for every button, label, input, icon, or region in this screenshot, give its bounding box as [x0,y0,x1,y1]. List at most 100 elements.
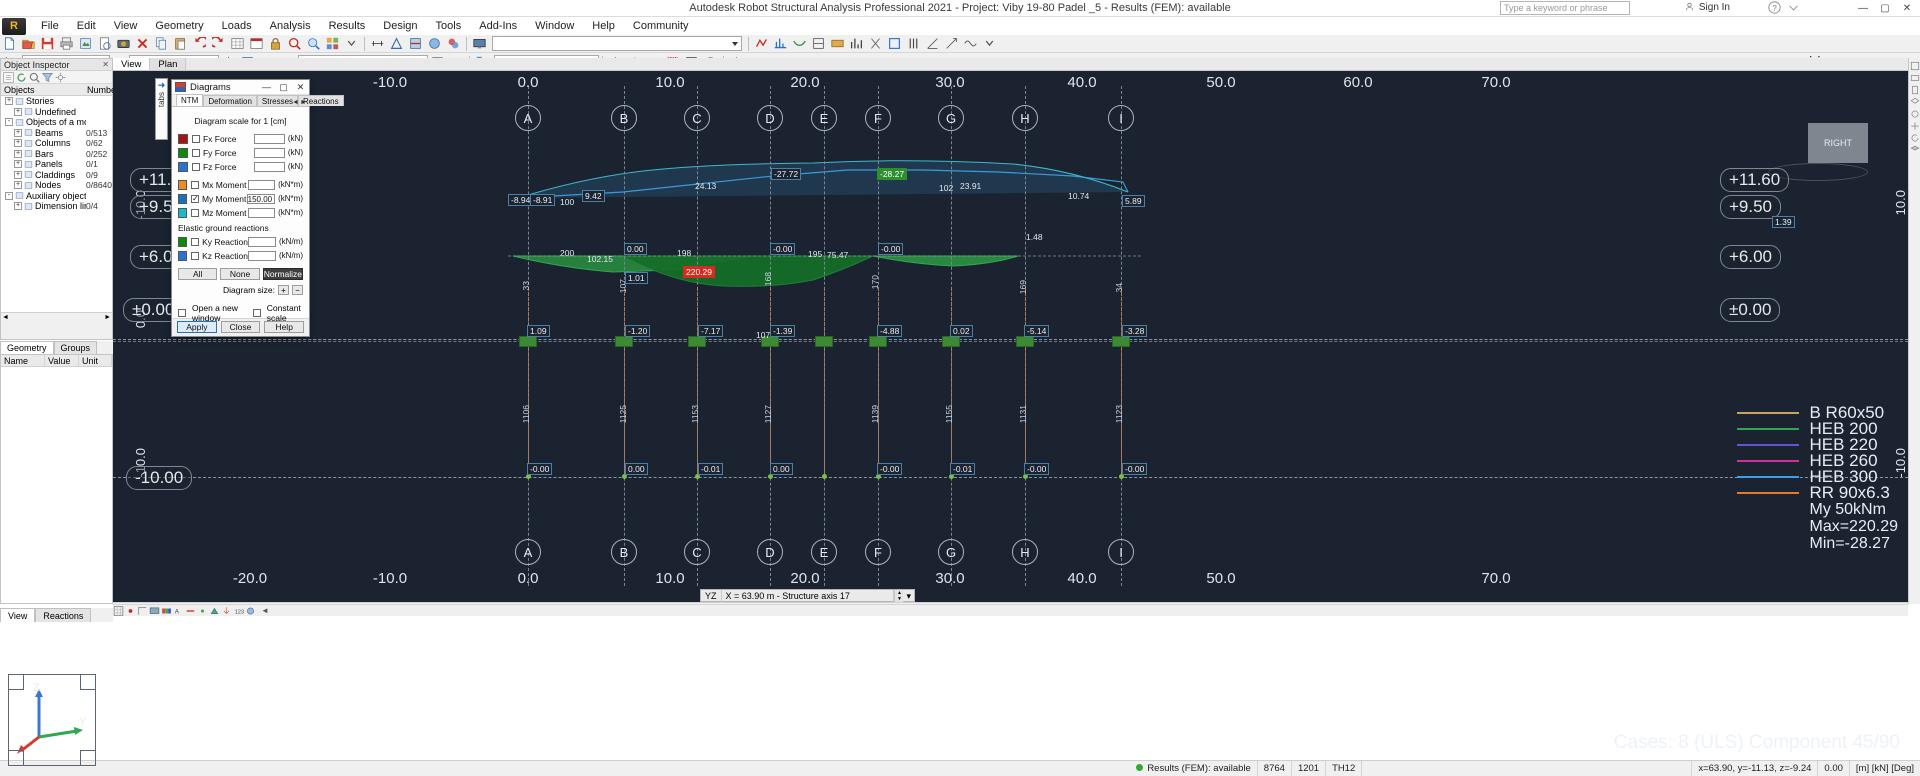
maximize-button[interactable]: ▢ [1874,1,1896,16]
tree-expander[interactable]: + [14,128,22,137]
undo-icon[interactable] [191,36,208,52]
load-display-icon[interactable] [221,606,232,616]
color-swatch[interactable] [178,179,188,190]
color-swatch[interactable] [178,147,188,158]
tree-expander[interactable]: + [14,202,22,211]
checkbox-fy-force[interactable] [191,148,200,157]
menu-geometry[interactable]: Geometry [146,17,212,35]
layers-icon[interactable] [1910,145,1920,155]
dialog-tab-nav-arrow[interactable]: ◄ [292,99,299,106]
input-fy-force[interactable] [254,147,285,158]
stress-icon[interactable] [829,36,846,52]
grid-bubble-bottom-C[interactable]: C [684,539,710,565]
copy-icon[interactable] [153,36,170,52]
object-inspector-scrollbar[interactable]: ◄ ► [1,312,112,321]
color-swatch[interactable] [178,207,188,218]
more-tools-icon[interactable] [343,36,360,52]
tree-node[interactable]: + Panels 0/1 [1,159,112,170]
input-kz-reaction[interactable] [248,250,276,261]
numbers-icon[interactable]: 123 [233,606,244,616]
tree-node[interactable]: + Dimension lines0/4 [1,201,112,212]
none-button[interactable]: None [220,268,260,280]
grid-bubble-top-A[interactable]: A [515,105,541,131]
tab-groups[interactable]: Groups [53,341,98,354]
grid-bubble-top-B[interactable]: B [611,105,637,131]
diagram-icon[interactable] [772,36,789,52]
checkbox-kz-reaction[interactable] [191,251,200,260]
zoom-in-icon[interactable] [286,36,303,52]
results-map-icon[interactable] [753,36,770,52]
open-new-window-checkbox[interactable] [178,309,186,317]
tree-node[interactable]: + Bars 0/252 [1,149,112,160]
tree-expander[interactable]: + [14,149,22,158]
tabs-flyout-strip[interactable]: ➜ tabs [155,78,168,140]
delete-icon[interactable] [134,36,151,52]
grid-bubble-bottom-B[interactable]: B [611,539,637,565]
diagrams-minimize-button[interactable]: — [258,80,275,95]
tab-view[interactable]: View [0,608,36,622]
help-icon[interactable]: ? [1768,1,1781,14]
color-swatch[interactable] [178,193,187,204]
grid-bubble-bottom-I[interactable]: I [1108,539,1134,565]
minimize-button[interactable]: — [1852,1,1874,16]
tree-expander[interactable]: - [5,118,13,127]
menu-edit[interactable]: Edit [68,17,105,35]
constant-scale-row[interactable]: Constant scale [252,303,303,323]
wave-icon[interactable] [962,36,979,52]
axis-stepper[interactable]: ▲ ▼ [894,589,904,602]
color-icon[interactable] [445,36,462,52]
save-icon[interactable] [39,36,56,52]
menu-design[interactable]: Design [374,17,426,35]
vector-icon[interactable] [943,36,960,52]
close-button[interactable]: ✕ [1896,1,1918,16]
view-front-icon[interactable] [1910,73,1920,83]
bottom-arrow[interactable]: ◄ [261,606,269,615]
tree-expander[interactable]: + [14,181,22,190]
sign-in-button[interactable]: Sign In [1681,1,1734,15]
report-icon[interactable] [248,36,265,52]
grid-bubble-bottom-H[interactable]: H [1012,539,1038,565]
dim-icon[interactable] [369,36,386,52]
checkbox-ky-reaction[interactable] [191,237,200,246]
tree-expander[interactable]: + [14,160,22,169]
section-icon[interactable] [407,36,424,52]
grid-toggle-icon[interactable] [113,605,124,616]
tree-node[interactable]: + Columns 0/62 [1,138,112,149]
paste-icon[interactable] [172,36,189,52]
dialog-tab-nav-arrow[interactable]: ► [300,99,307,106]
deform-icon[interactable] [791,36,808,52]
grid-bubble-top-C[interactable]: C [684,105,710,131]
tree-icon[interactable] [3,71,14,83]
color-swatch[interactable] [178,161,188,172]
more-results-icon[interactable] [981,36,998,52]
tree-expander[interactable]: + [5,97,13,106]
grid-bubble-top-F[interactable]: F [865,105,891,131]
tree-node[interactable]: + Nodes 0/8640 [1,180,112,191]
tab-reactions[interactable]: Reactions [35,608,92,622]
menu-community[interactable]: Community [624,17,698,35]
model-viewport[interactable]: RIGHT A B C D E F G H I A B C D E F G H I +11.6 +9.5 +6.0 ±0.… [113,58,1908,604]
scissors-icon[interactable] [867,36,884,52]
struct-icon[interactable] [388,36,405,52]
viewtab-view[interactable]: View [113,58,151,70]
menu-analysis[interactable]: Analysis [261,17,320,35]
diagrams-maximize-button[interactable]: ▢ [275,80,292,95]
grid-bubble-top-E[interactable]: E [811,105,837,131]
view-cube-plate[interactable]: RIGHT [1808,123,1868,163]
checkbox-mx-moment[interactable] [191,180,200,189]
ortho-icon[interactable] [137,606,148,616]
axis-dropdown-icon[interactable]: ▾ [903,590,914,602]
tree-expander[interactable]: + [14,170,22,179]
dialog-tab-ntm[interactable]: NTM [176,94,204,106]
label-icon[interactable]: A [173,606,184,616]
section-display-icon[interactable] [185,606,196,616]
checkbox-my-moment[interactable] [190,194,199,203]
diagrams-dialog[interactable]: Diagrams — ▢ ✕ NTM Deformation Stresses Rea… [171,79,344,337]
bars-icon[interactable] [905,36,922,52]
menu-help[interactable]: Help [583,17,624,35]
page-setup-icon[interactable] [96,36,113,52]
new-icon[interactable] [1,36,18,52]
monitor-icon[interactable] [471,36,488,52]
input-fx-force[interactable] [254,133,285,144]
grid-bubble-top-D[interactable]: D [757,105,783,131]
